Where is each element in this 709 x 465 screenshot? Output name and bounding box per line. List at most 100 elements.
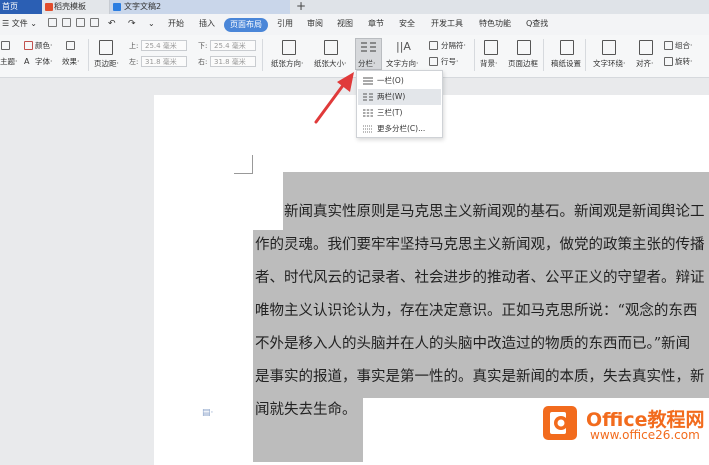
margin-top-input[interactable]: 25.4 毫米 <box>141 40 187 51</box>
theme-icon[interactable] <box>1 41 10 50</box>
rotate-icon[interactable] <box>664 57 673 66</box>
group-icon[interactable] <box>664 41 673 50</box>
menu-page-layout[interactable]: 页面布局 <box>224 18 268 32</box>
office-logo <box>543 406 577 440</box>
margins-button[interactable]: 页边距· <box>94 59 119 69</box>
columns-option-label: 更多分栏(C)... <box>377 124 426 133</box>
menu-references[interactable]: 引用 <box>277 17 293 31</box>
format-painter-icon[interactable] <box>90 18 99 27</box>
rotate-button[interactable]: 旋转· <box>675 57 692 67</box>
divider <box>88 39 89 71</box>
fonts-button[interactable]: 字体· <box>35 57 52 67</box>
paragraph-line: 作的灵魂。我们要牢牢坚持马克思主义新闻观，做党的政策主张的传播 <box>255 237 705 253</box>
columns-option-label: 三栏(T) <box>377 108 403 117</box>
tab-document-label: 文字文稿2 <box>124 2 162 11</box>
separator-button[interactable]: 分隔符· <box>441 41 466 51</box>
preview-icon[interactable] <box>76 18 85 27</box>
margin-top-label: 上: <box>129 42 139 50</box>
effects-button[interactable]: 效果· <box>62 57 79 67</box>
new-tab-button[interactable]: + <box>296 0 306 13</box>
separator-icon[interactable] <box>429 41 438 50</box>
columns-option-two[interactable]: 两栏(W) <box>358 89 441 105</box>
redo-icon[interactable]: ↷ <box>128 17 136 31</box>
orientation-icon[interactable] <box>282 40 296 55</box>
paragraph-layout-icon[interactable]: ▤· <box>202 408 213 418</box>
paragraph-line: 是事实的报道，事实是第一性的。真实是新闻的本质，失去真实性，新 <box>255 369 705 385</box>
page-border-icon[interactable] <box>517 40 531 55</box>
align-button[interactable]: 对齐· <box>636 59 653 69</box>
layout-icon[interactable] <box>66 41 75 50</box>
document-body[interactable]: 新闻真实性原则是马克思主义新闻观的基石。新闻观是新闻舆论工 作的灵魂。我们要牢牢… <box>255 200 709 430</box>
three-column-icon <box>363 109 373 117</box>
margin-right-label: 右: <box>198 58 208 66</box>
template-icon <box>45 3 53 11</box>
search-box[interactable]: Q查找 <box>526 17 548 31</box>
columns-option-label: 一栏(O) <box>377 76 404 85</box>
margin-bottom-input[interactable]: 25.4 毫米 <box>210 40 256 51</box>
colors-icon[interactable] <box>24 41 33 50</box>
tab-home[interactable]: 首页 <box>0 0 42 14</box>
paragraph-line: 者、时代风云的记录者、社会进步的推动者、公平正义的守望者。辩证 <box>255 270 705 286</box>
menu-review[interactable]: 审阅 <box>307 17 323 31</box>
menu-file[interactable]: ☰ 文件 ⌄ <box>2 17 37 31</box>
tab-template-label: 稻壳模板 <box>54 2 86 11</box>
orientation-button[interactable]: 纸张方向· <box>271 59 303 69</box>
text-wrap-button[interactable]: 文字环绕· <box>593 59 625 69</box>
colors-button[interactable]: 颜色· <box>35 41 52 51</box>
columns-option-label: 两栏(W) <box>377 92 406 101</box>
menu-view[interactable]: 视图 <box>337 17 353 31</box>
background-icon[interactable] <box>484 40 498 55</box>
paragraph-line: 唯物主义认识论认为，存在决定意识。正如马克思所说：“观念的东西 <box>255 303 698 319</box>
align-icon[interactable] <box>639 40 653 55</box>
background-button[interactable]: 背景· <box>480 59 497 69</box>
margin-right-input[interactable]: 31.8 毫米 <box>210 56 256 67</box>
menu-insert[interactable]: 插入 <box>199 17 215 31</box>
page-corner-mark <box>234 155 253 174</box>
page-size-icon[interactable] <box>324 40 338 55</box>
two-column-icon <box>363 93 373 101</box>
print-icon[interactable] <box>62 18 71 27</box>
tab-document[interactable]: 文字文稿2 <box>110 0 290 14</box>
page-border-button[interactable]: 页面边框 <box>508 59 538 69</box>
columns-label: 分栏· <box>358 59 376 68</box>
divider <box>585 39 586 71</box>
columns-option-more[interactable]: 更多分栏(C)... <box>358 121 441 137</box>
theme-button[interactable]: 主题· <box>0 57 17 67</box>
manuscript-button[interactable]: 稿纸设置 <box>551 59 581 69</box>
paragraph-line: 新闻真实性原则是马克思主义新闻观的基石。新闻观是新闻舆论工 <box>255 204 705 220</box>
columns-icon <box>361 42 376 52</box>
document-icon <box>113 3 121 11</box>
menu-special[interactable]: 特色功能 <box>479 17 511 31</box>
undo-icon[interactable]: ↶ <box>108 17 116 31</box>
text-direction-button[interactable]: 文字方向· <box>386 59 418 69</box>
divider <box>262 39 263 71</box>
menu-start[interactable]: 开始 <box>168 17 184 31</box>
manuscript-icon[interactable] <box>560 40 574 55</box>
line-number-icon[interactable] <box>429 57 438 66</box>
text-wrap-icon[interactable] <box>602 40 616 55</box>
columns-option-three[interactable]: 三栏(T) <box>358 105 441 121</box>
columns-option-one[interactable]: 一栏(O) <box>358 73 441 89</box>
line-number-button[interactable]: 行号· <box>441 57 458 67</box>
text-direction-icon[interactable]: ||A <box>396 40 411 55</box>
margin-bottom-label: 下: <box>198 42 208 50</box>
font-icon[interactable]: A <box>24 57 33 66</box>
save-icon[interactable] <box>48 18 57 27</box>
watermark-url: www.office26.com <box>590 428 700 442</box>
more-columns-icon <box>363 125 373 133</box>
menu-bar <box>0 14 709 36</box>
margin-left-input[interactable]: 31.8 毫米 <box>141 56 187 67</box>
margins-icon[interactable] <box>99 40 113 55</box>
menu-chapter[interactable]: 章节 <box>368 17 384 31</box>
paragraph-line: 闻就失去生命。 <box>255 402 357 418</box>
divider <box>474 39 475 71</box>
menu-developer[interactable]: 开发工具 <box>431 17 463 31</box>
tab-template[interactable]: 稻壳模板 <box>42 0 110 14</box>
pointer-arrow-icon <box>314 72 354 124</box>
page-size-button[interactable]: 纸张大小· <box>314 59 346 69</box>
menu-security[interactable]: 安全 <box>399 17 415 31</box>
one-column-icon <box>363 77 373 85</box>
group-button[interactable]: 组合· <box>675 41 692 51</box>
margin-left-label: 左: <box>129 58 139 66</box>
more-chevron-icon[interactable]: ⌄ <box>148 17 155 31</box>
